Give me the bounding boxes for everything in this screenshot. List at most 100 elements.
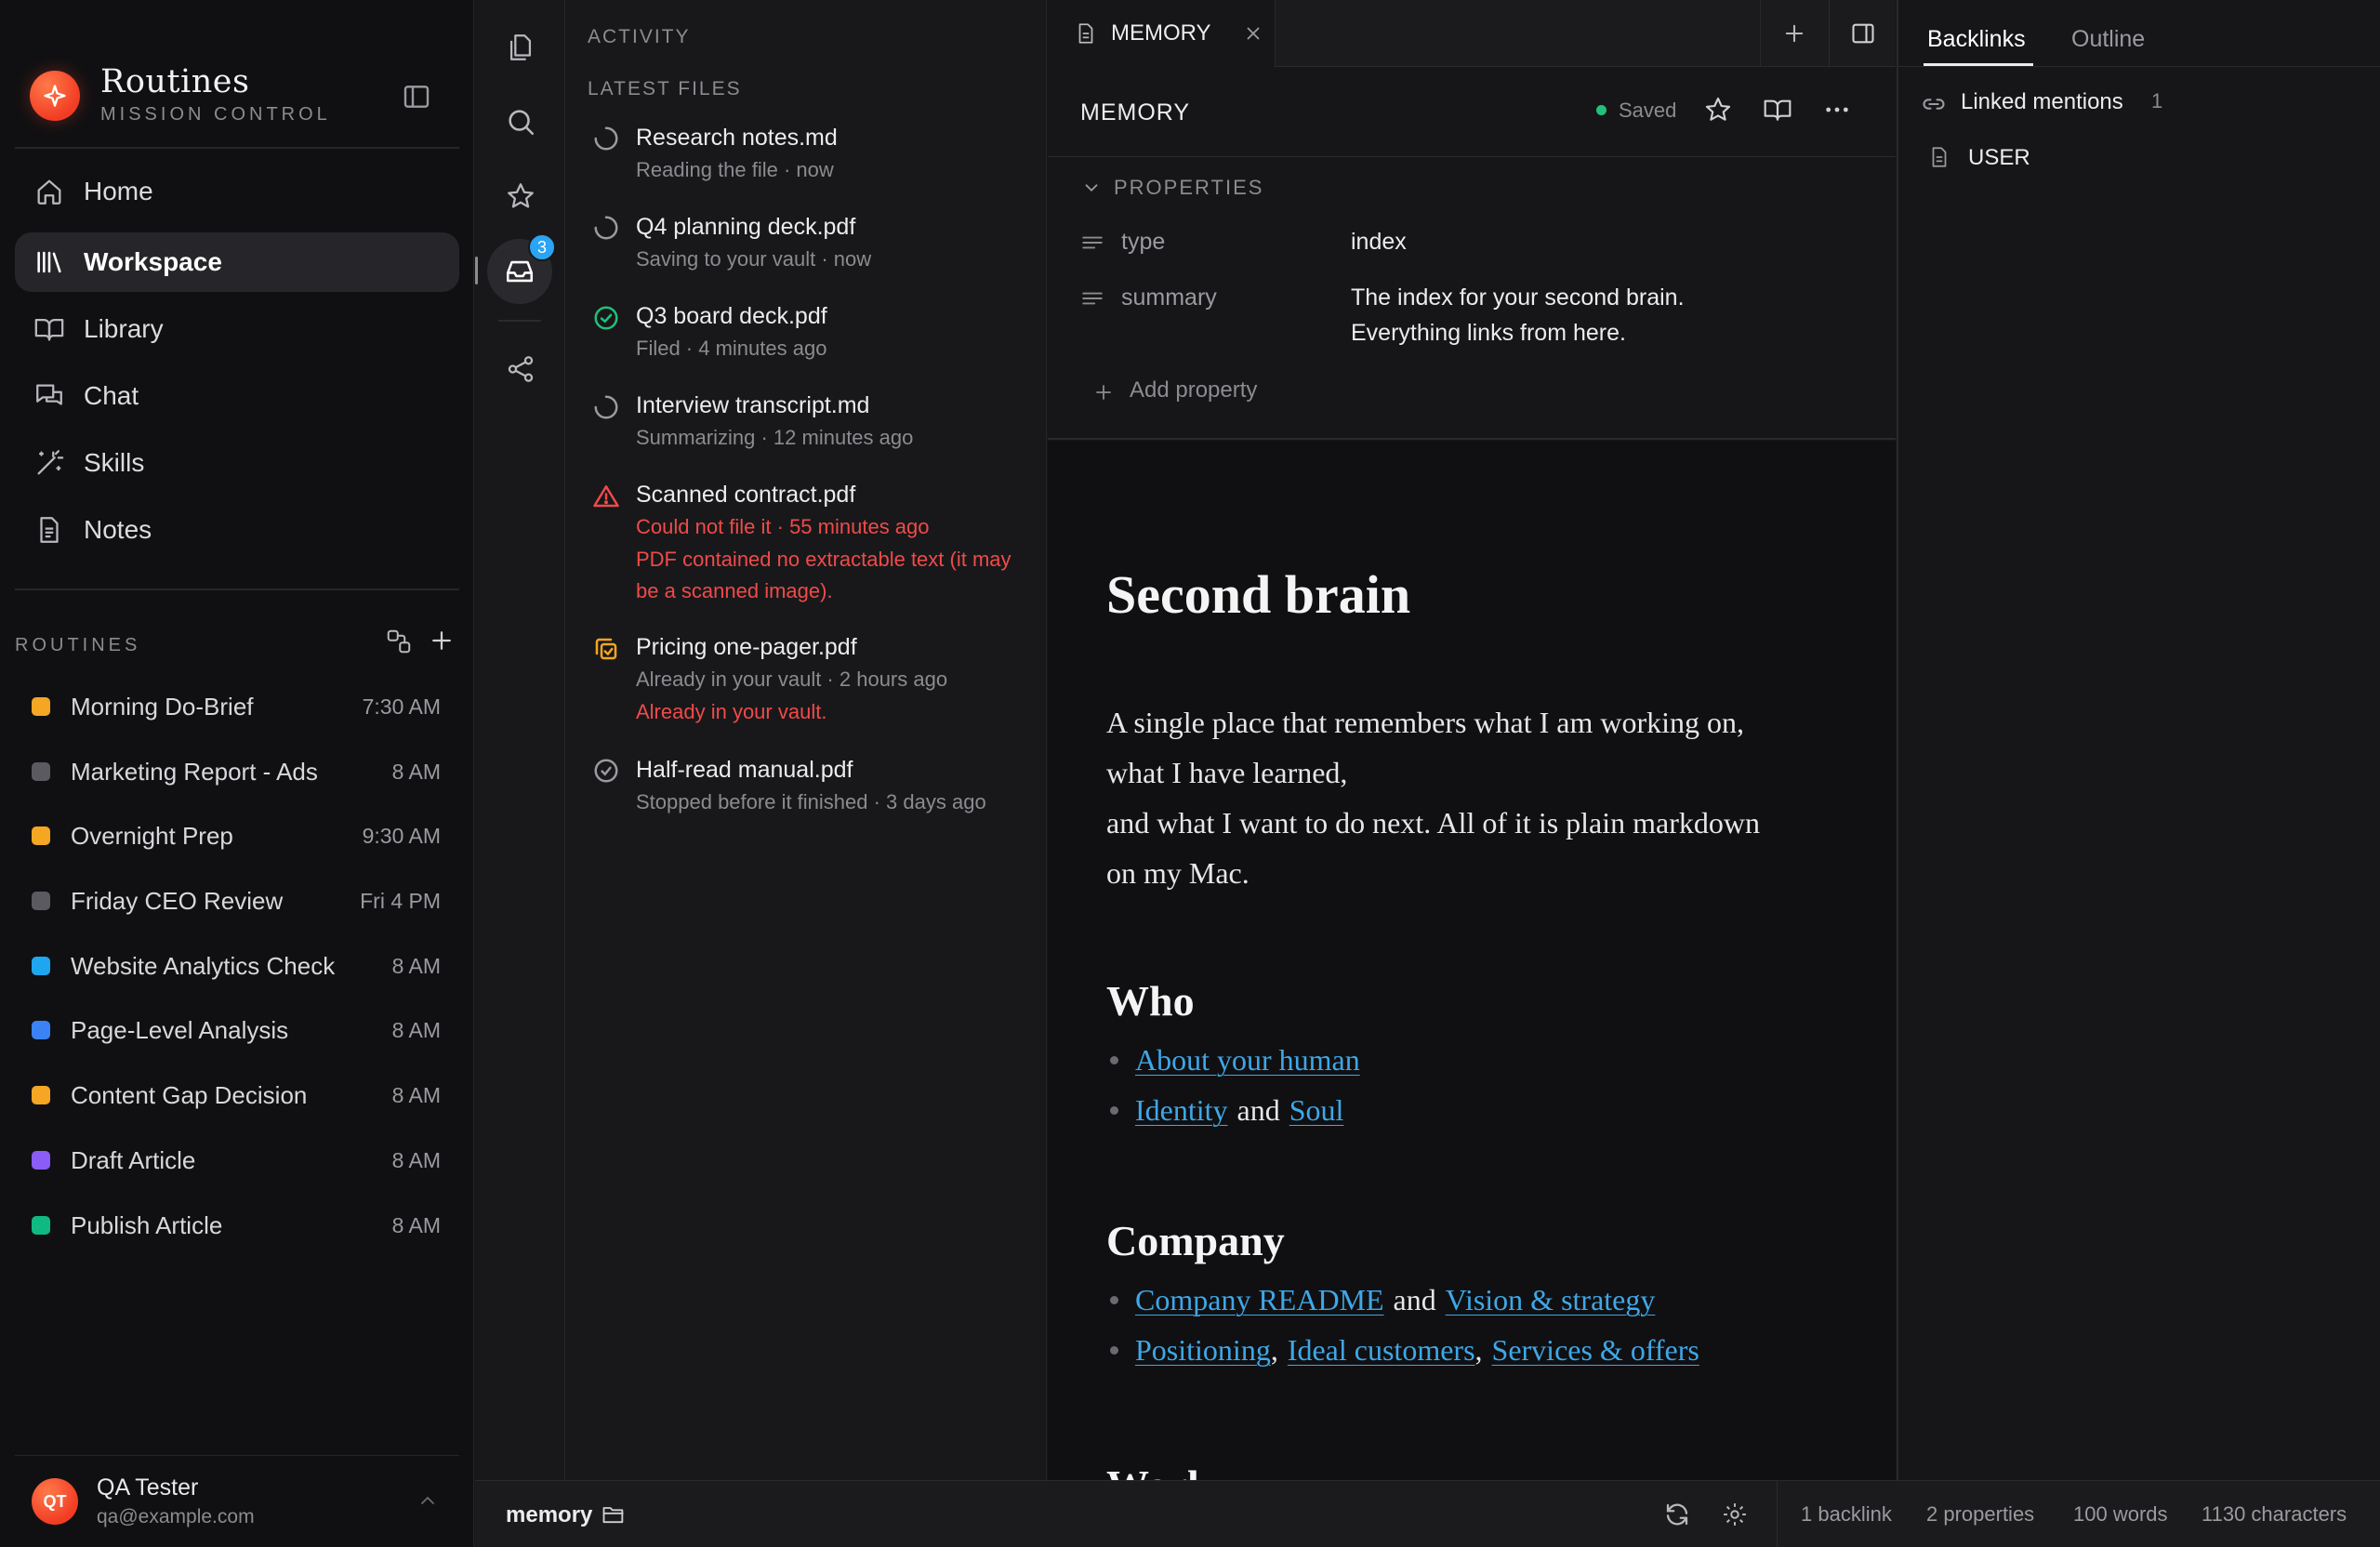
routine-name: Draft Article [71, 1145, 196, 1174]
link-about-your-human[interactable]: About your human [1135, 1043, 1360, 1078]
more-options-icon[interactable] [1822, 95, 1852, 125]
file-name[interactable]: Q4 planning deck.pdf [636, 214, 855, 241]
file-name[interactable]: Half-read manual.pdf [636, 757, 853, 784]
backlink-item[interactable]: USER [1968, 145, 2030, 171]
routine-item[interactable]: Website Analytics Check 8 AM [32, 947, 441, 985]
routine-time: Fri 4 PM [360, 888, 441, 913]
tab-backlinks[interactable]: Backlinks [1927, 26, 2026, 53]
panel-right-icon [1850, 20, 1876, 46]
file-name[interactable]: Q3 board deck.pdf [636, 303, 827, 330]
latest-files-title: LATEST FILES [588, 78, 742, 99]
avatar[interactable]: QT [32, 1478, 78, 1525]
note-icon [33, 514, 65, 546]
copy-icon [505, 32, 536, 63]
link-identity[interactable]: Identity [1135, 1093, 1228, 1128]
link-soul[interactable]: Soul [1289, 1093, 1344, 1128]
chevron-down-icon[interactable] [1081, 178, 1102, 198]
check-circle-icon [592, 304, 620, 332]
rail-graph-button[interactable] [475, 337, 565, 402]
add-routine-icon[interactable] [428, 627, 456, 654]
linked-mentions-count: 1 [2151, 89, 2163, 112]
text-lines-icon [1080, 231, 1104, 255]
nav-item-notes[interactable]: Notes [15, 500, 459, 560]
star-icon[interactable] [1703, 95, 1733, 125]
link-services-offers[interactable]: Services & offers [1492, 1333, 1699, 1368]
file-name[interactable]: Pricing one-pager.pdf [636, 634, 857, 661]
text: , [1270, 1333, 1278, 1367]
saved-status-dot [1596, 105, 1606, 115]
routine-name: Publish Article [71, 1210, 223, 1239]
routine-item[interactable]: Friday CEO Review Fri 4 PM [32, 882, 441, 919]
folder-open-icon[interactable] [601, 1501, 627, 1527]
divider [15, 1455, 459, 1456]
file-name[interactable]: Scanned contract.pdf [636, 482, 855, 509]
property-count: 2 properties [1926, 1502, 2035, 1526]
backlink-count: 1 backlink [1801, 1502, 1892, 1526]
document-icon [1927, 145, 1951, 169]
chevron-up-icon[interactable] [416, 1489, 439, 1512]
routine-time: 7:30 AM [362, 694, 441, 719]
sync-icon[interactable] [1663, 1501, 1691, 1528]
link-company-readme[interactable]: Company README [1135, 1283, 1384, 1317]
toggle-right-panel-button[interactable] [1829, 0, 1896, 67]
property-value[interactable]: index [1351, 224, 1407, 259]
routine-name: Friday CEO Review [71, 886, 284, 915]
property-value[interactable]: Everything links from here. [1351, 315, 1626, 350]
sidebar-toggle-icon[interactable] [402, 82, 431, 112]
nav-item-library[interactable]: Library [15, 299, 459, 359]
link-positioning[interactable]: Positioning [1135, 1333, 1271, 1368]
rail-favorites-button[interactable] [475, 164, 565, 229]
gear-icon[interactable] [1721, 1501, 1749, 1528]
nav-label: Workspace [84, 247, 222, 276]
property-value[interactable]: The index for your second brain. [1351, 280, 1685, 315]
file-status: Already in your vault · 2 hours ago [636, 668, 948, 691]
routine-item[interactable]: Page-Level Analysis 8 AM [32, 1012, 441, 1049]
divider [15, 588, 459, 590]
loading-spinner-icon [592, 393, 620, 421]
close-icon[interactable] [1243, 23, 1263, 44]
link-vision-strategy[interactable]: Vision & strategy [1446, 1283, 1656, 1317]
new-tab-button[interactable] [1760, 0, 1827, 67]
routine-time: 8 AM [391, 1212, 441, 1237]
properties-heading[interactable]: PROPERTIES [1114, 176, 1263, 200]
routine-item[interactable]: Overnight Prep 9:30 AM [32, 817, 441, 854]
stopped-icon [592, 757, 620, 785]
file-status: Stopped before it finished · 3 days ago [636, 790, 986, 813]
add-property-button[interactable]: Add property [1130, 377, 1257, 403]
doc-title: MEMORY [1080, 99, 1191, 126]
rail-files-button[interactable] [475, 15, 565, 80]
inbox-badge: 3 [528, 233, 556, 261]
routine-item[interactable]: Publish Article 8 AM [32, 1207, 441, 1244]
nav-item-workspace[interactable]: Workspace [15, 232, 459, 292]
tab-outline[interactable]: Outline [2071, 26, 2145, 53]
routine-item[interactable]: Draft Article 8 AM [32, 1142, 441, 1179]
linked-mentions-label[interactable]: Linked mentions [1961, 89, 2123, 115]
user-name: QA Tester [97, 1474, 199, 1501]
routine-time: 9:30 AM [362, 823, 441, 848]
book-icon [33, 313, 65, 345]
folder-name[interactable]: memory [506, 1502, 592, 1528]
routine-status-dot [32, 1216, 50, 1235]
routine-name: Website Analytics Check [71, 951, 336, 980]
tab-memory[interactable]: MEMORY [1048, 0, 1276, 67]
document-icon [1074, 21, 1098, 46]
activity-title: ACTIVITY [588, 26, 691, 47]
file-name[interactable]: Interview transcript.md [636, 392, 869, 419]
reading-mode-icon[interactable] [1763, 95, 1792, 125]
routine-status-dot [32, 1151, 50, 1170]
nav-item-skills[interactable]: Skills [15, 433, 459, 493]
file-name[interactable]: Research notes.md [636, 125, 838, 152]
intro-line: and what I want to do next. All of it is… [1106, 806, 1760, 840]
routine-item[interactable]: Content Gap Decision 8 AM [32, 1077, 441, 1114]
nav-item-home[interactable]: Home [15, 162, 459, 221]
nav-item-chat[interactable]: Chat [15, 366, 459, 426]
link-ideal-customers[interactable]: Ideal customers [1288, 1333, 1475, 1368]
text-lines-icon [1080, 286, 1104, 311]
chat-icon [33, 380, 65, 412]
routine-item[interactable]: Morning Do-Brief 7:30 AM [32, 688, 441, 725]
routines-link-icon[interactable] [385, 628, 413, 655]
rail-search-button[interactable] [475, 89, 565, 154]
routine-time: 8 AM [391, 953, 441, 978]
plus-icon[interactable] [1092, 381, 1115, 403]
routine-item[interactable]: Marketing Report - Ads 8 AM [32, 753, 441, 790]
